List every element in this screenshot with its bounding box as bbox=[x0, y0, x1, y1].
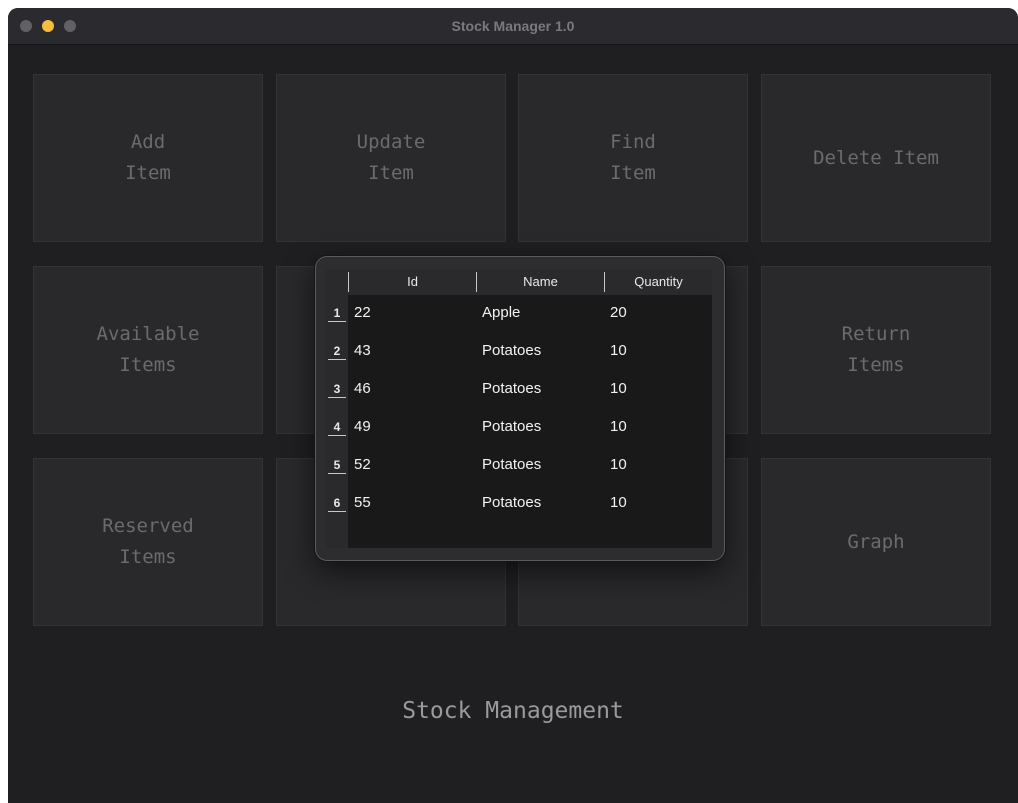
app-window: Stock Manager 1.0 Add Item Update Item F… bbox=[8, 8, 1018, 803]
items-table-popup: Id Name Quantity 1 2 3 4 5 6 22 Apple 20… bbox=[315, 256, 725, 561]
add-item-label: Add Item bbox=[125, 131, 171, 184]
cell-id: 52 bbox=[354, 456, 371, 473]
delete-item-button[interactable]: Delete Item bbox=[761, 74, 991, 242]
return-items-label: Return Items bbox=[841, 323, 911, 376]
cell-quantity: 10 bbox=[610, 456, 627, 473]
cell-id: 49 bbox=[354, 418, 371, 435]
graph-label: Graph bbox=[847, 530, 905, 553]
row-number[interactable]: 3 bbox=[326, 371, 348, 409]
items-table[interactable]: Id Name Quantity 1 2 3 4 5 6 22 Apple 20… bbox=[326, 269, 712, 548]
cell-name: Potatoes bbox=[482, 380, 542, 397]
column-header-name[interactable]: Name bbox=[477, 269, 604, 295]
cell-name: Potatoes bbox=[482, 342, 542, 359]
column-header-quantity[interactable]: Quantity bbox=[605, 269, 712, 295]
row-number[interactable]: 6 bbox=[326, 485, 348, 523]
table-row[interactable]: 46 Potatoes 10 bbox=[348, 371, 712, 409]
table-row[interactable]: 49 Potatoes 10 bbox=[348, 409, 712, 447]
cell-quantity: 10 bbox=[610, 418, 627, 435]
row-number-column: 1 2 3 4 5 6 bbox=[326, 295, 348, 548]
title-bar: Stock Manager 1.0 bbox=[8, 8, 1018, 45]
reserved-items-button[interactable]: Reserved Items bbox=[33, 458, 263, 626]
column-header-id[interactable]: Id bbox=[349, 269, 476, 295]
cell-id: 55 bbox=[354, 494, 371, 511]
table-row[interactable]: 52 Potatoes 10 bbox=[348, 447, 712, 485]
cell-name: Apple bbox=[482, 304, 521, 321]
delete-item-label: Delete Item bbox=[813, 146, 939, 169]
cell-quantity: 20 bbox=[610, 304, 627, 321]
cell-id: 46 bbox=[354, 380, 371, 397]
cell-name: Potatoes bbox=[482, 456, 542, 473]
cell-quantity: 10 bbox=[610, 342, 627, 359]
available-items-button[interactable]: Available Items bbox=[33, 266, 263, 434]
table-row[interactable]: 55 Potatoes 10 bbox=[348, 485, 712, 523]
table-row[interactable]: 22 Apple 20 bbox=[348, 295, 712, 333]
cell-id: 43 bbox=[354, 342, 371, 359]
cell-quantity: 10 bbox=[610, 380, 627, 397]
row-number[interactable]: 4 bbox=[326, 409, 348, 447]
cell-name: Potatoes bbox=[482, 418, 542, 435]
row-number[interactable]: 2 bbox=[326, 333, 348, 371]
row-number[interactable]: 5 bbox=[326, 447, 348, 485]
table-row[interactable]: 43 Potatoes 10 bbox=[348, 333, 712, 371]
find-item-button[interactable]: Find Item bbox=[518, 74, 748, 242]
update-item-label: Update Item bbox=[356, 131, 426, 184]
update-item-button[interactable]: Update Item bbox=[276, 74, 506, 242]
table-header: Id Name Quantity bbox=[326, 269, 712, 295]
cell-name: Potatoes bbox=[482, 494, 542, 511]
find-item-label: Find Item bbox=[610, 131, 656, 184]
cell-id: 22 bbox=[354, 304, 371, 321]
footer-label: Stock Management bbox=[402, 698, 624, 724]
row-number[interactable]: 1 bbox=[326, 295, 348, 333]
graph-button[interactable]: Graph bbox=[761, 458, 991, 626]
cell-quantity: 10 bbox=[610, 494, 627, 511]
reserved-items-label: Reserved Items bbox=[102, 515, 194, 568]
window-title: Stock Manager 1.0 bbox=[451, 18, 575, 34]
add-item-button[interactable]: Add Item bbox=[33, 74, 263, 242]
return-items-button[interactable]: Return Items bbox=[761, 266, 991, 434]
available-items-label: Available Items bbox=[96, 323, 200, 376]
